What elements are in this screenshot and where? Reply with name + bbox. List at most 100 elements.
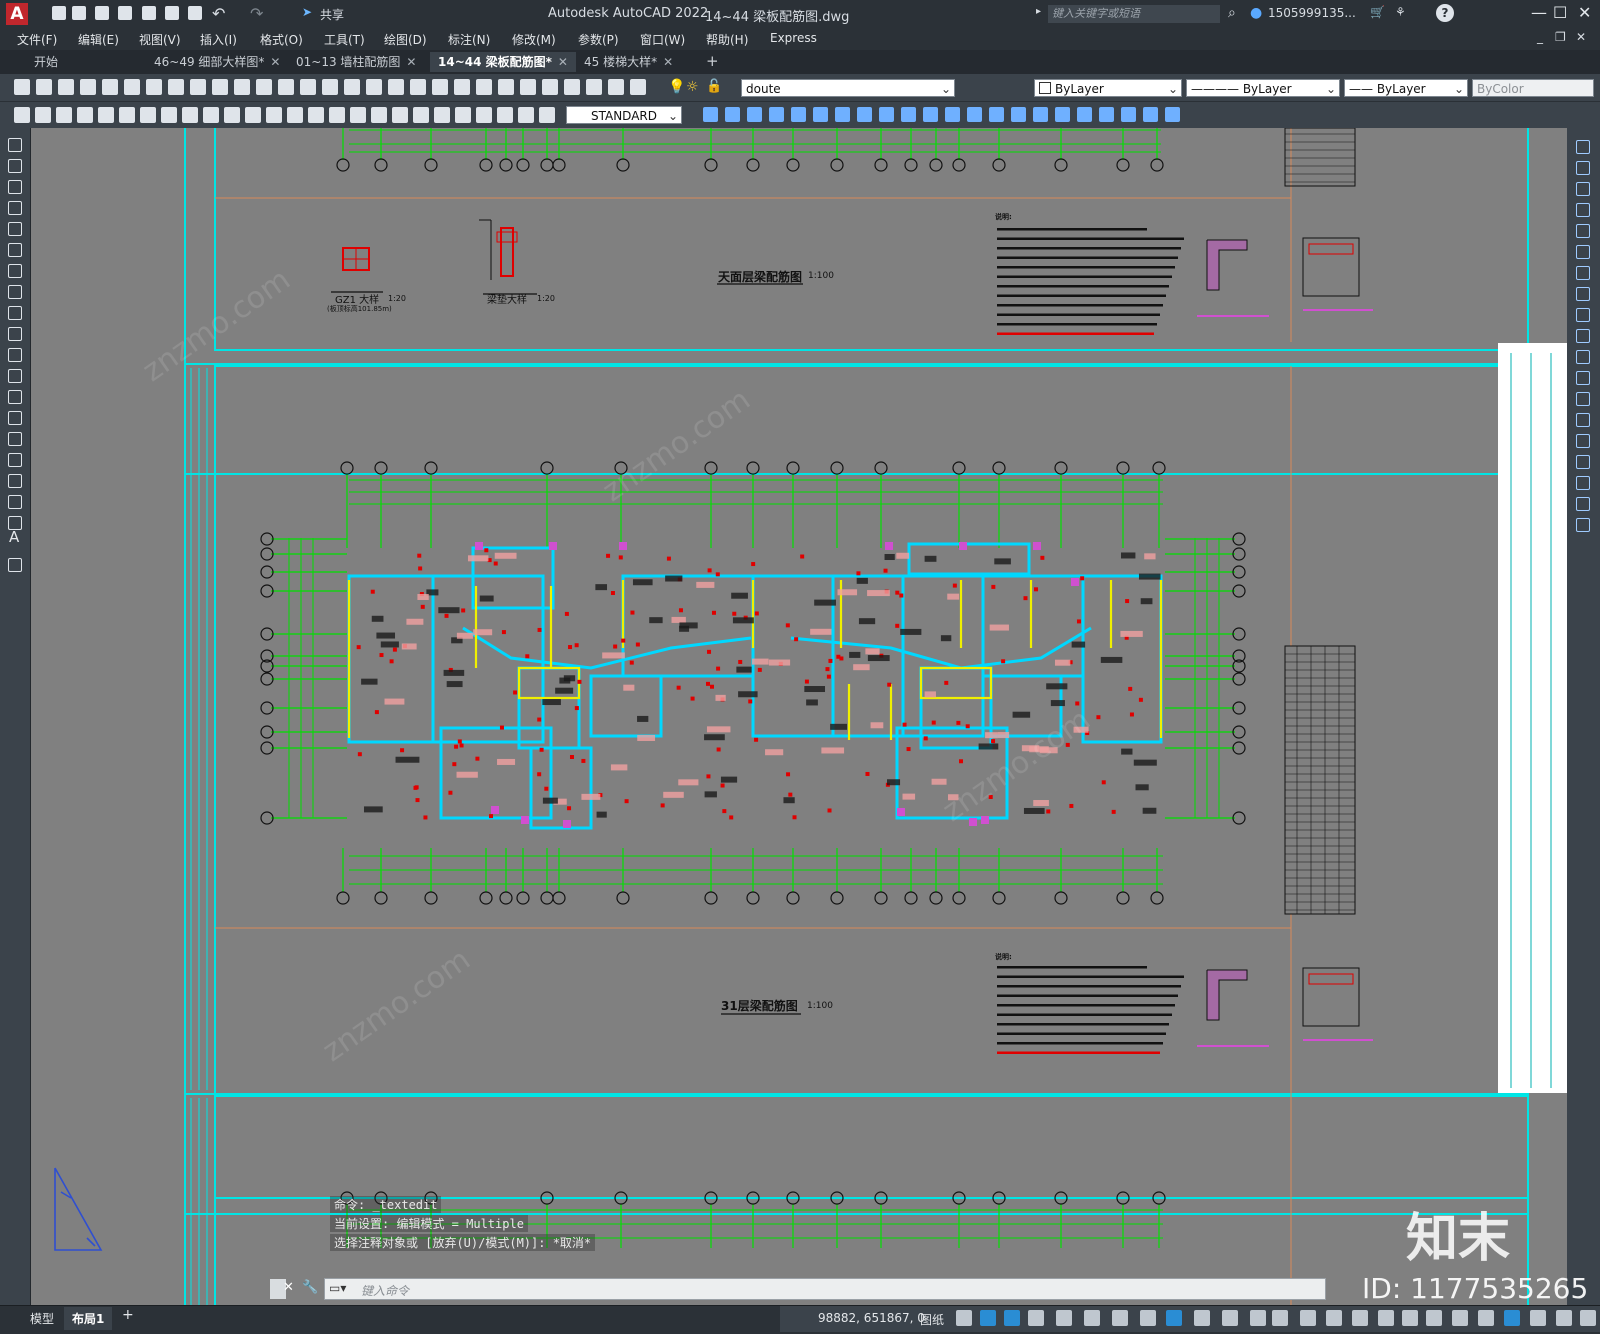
plot-icon[interactable] — [188, 6, 202, 20]
dim-tool-20-icon[interactable] — [413, 107, 429, 123]
save-web-icon[interactable] — [165, 6, 179, 20]
standard-tool-4-icon[interactable] — [80, 79, 96, 95]
tab-close-icon[interactable]: ✕ — [406, 55, 416, 69]
menu-view[interactable]: 视图(V) — [139, 31, 181, 48]
draw-tool-495-icon[interactable] — [8, 495, 22, 509]
tab-close-icon[interactable]: ✕ — [270, 55, 280, 69]
save-icon[interactable] — [95, 6, 109, 20]
status-toggle-11-icon[interactable] — [1222, 1310, 1238, 1326]
dim-tool-22-icon[interactable] — [455, 107, 471, 123]
draw-tool-222-icon[interactable] — [8, 222, 22, 236]
linetype-dropdown[interactable]: ———— ByLayer ⌄ — [1186, 79, 1340, 97]
tab-detail-drawings[interactable]: 46~49 细部大样图* ✕ — [146, 52, 288, 72]
status-toggle-15-icon[interactable] — [1326, 1310, 1342, 1326]
status-toggle-7-icon[interactable] — [1112, 1310, 1128, 1326]
dim-tool-17-icon[interactable] — [350, 107, 366, 123]
draw-tool-327-icon[interactable] — [8, 327, 22, 341]
status-toggle-22-icon[interactable] — [1504, 1310, 1520, 1326]
modify-tool-4-icon[interactable] — [769, 107, 784, 122]
menu-help[interactable]: 帮助(H) — [706, 31, 748, 48]
modify-tool-19-icon[interactable] — [1099, 107, 1114, 122]
dim-tool-13-icon[interactable] — [266, 107, 282, 123]
dim-tool-19-icon[interactable] — [392, 107, 408, 123]
draw-tool-411-icon[interactable] — [8, 411, 22, 425]
dim-tool-24-icon[interactable] — [497, 107, 513, 123]
tab-stair-detail[interactable]: 45 楼梯大样* ✕ — [576, 52, 681, 72]
modify-tool-329-icon[interactable] — [1576, 329, 1590, 343]
status-toggle-6-icon[interactable] — [1084, 1310, 1100, 1326]
status-toggle-12-icon[interactable] — [1250, 1310, 1266, 1326]
status-toggle-25-icon[interactable] — [1580, 1310, 1596, 1326]
standard-tool-24-icon[interactable] — [520, 79, 536, 95]
user-name[interactable]: 1505999135... — [1268, 6, 1356, 20]
command-close-icon[interactable]: ✕ — [283, 1280, 294, 1295]
status-toggle-21-icon[interactable] — [1478, 1310, 1494, 1326]
menu-file[interactable]: 文件(F) — [17, 31, 57, 48]
dim-tool-10-icon[interactable] — [203, 107, 219, 123]
search-icon[interactable]: ⌕ — [1228, 5, 1236, 21]
modify-tool-161-icon[interactable] — [1576, 161, 1590, 175]
modify-tool-16-icon[interactable] — [1033, 107, 1048, 122]
status-toggle-1-icon[interactable] — [956, 1310, 972, 1326]
save-as-icon[interactable] — [118, 6, 132, 20]
status-toggle-18-icon[interactable] — [1402, 1310, 1418, 1326]
menu-format[interactable]: 格式(O) — [260, 31, 303, 48]
standard-tool-2-icon[interactable] — [36, 79, 52, 95]
tab-model[interactable]: 模型 — [22, 1307, 62, 1330]
modify-tool-203-icon[interactable] — [1576, 203, 1590, 217]
dim-tool-11-icon[interactable] — [224, 107, 240, 123]
modify-tool-287-icon[interactable] — [1576, 287, 1590, 301]
standard-tool-12-icon[interactable] — [256, 79, 272, 95]
dim-tool-9-icon[interactable] — [182, 107, 198, 123]
modify-tool-21-icon[interactable] — [1143, 107, 1158, 122]
menu-dimension[interactable]: 标注(N) — [448, 31, 490, 48]
standard-tool-29-icon[interactable] — [630, 79, 646, 95]
autocad-logo-icon[interactable]: A — [6, 3, 28, 25]
coordinates[interactable]: 98882, 651867, 0 — [818, 1311, 925, 1325]
draw-tool-264-icon[interactable] — [8, 264, 22, 278]
menu-express[interactable]: Express — [770, 31, 817, 45]
doc-close-icon[interactable]: ✕ — [1576, 30, 1586, 44]
draw-tool-201-icon[interactable] — [8, 201, 22, 215]
status-toggle-23-icon[interactable] — [1530, 1310, 1546, 1326]
status-toggle-3-icon[interactable] — [1004, 1310, 1020, 1326]
dim-tool-3-icon[interactable] — [56, 107, 72, 123]
draw-tool-243-icon[interactable] — [8, 243, 22, 257]
draw-tool-285-icon[interactable] — [8, 285, 22, 299]
new-tab-icon[interactable]: + — [706, 52, 719, 70]
standard-tool-28-icon[interactable] — [608, 79, 624, 95]
modify-tool-266-icon[interactable] — [1576, 266, 1590, 280]
redo-icon[interactable]: ↷ — [250, 4, 263, 23]
modify-tool-434-icon[interactable] — [1576, 434, 1590, 448]
status-toggle-13-icon[interactable] — [1272, 1310, 1288, 1326]
status-toggle-20-icon[interactable] — [1452, 1310, 1468, 1326]
standard-tool-7-icon[interactable] — [146, 79, 162, 95]
open-file-icon[interactable] — [72, 6, 86, 20]
draw-tool-474-icon[interactable] — [8, 474, 22, 488]
standard-tool-6-icon[interactable] — [124, 79, 140, 95]
modify-tool-308-icon[interactable] — [1576, 308, 1590, 322]
drawing-canvas[interactable]: 天面层梁配筋图 1:100 GZ1 大样 1:20 (板顶标高101.85m) … — [31, 128, 1567, 1305]
status-toggle-24-icon[interactable] — [1556, 1310, 1572, 1326]
modify-tool-7-icon[interactable] — [835, 107, 850, 122]
dim-tool-7-icon[interactable] — [140, 107, 156, 123]
dim-tool-16-icon[interactable] — [329, 107, 345, 123]
standard-tool-17-icon[interactable] — [366, 79, 382, 95]
dim-tool-21-icon[interactable] — [434, 107, 450, 123]
open-web-icon[interactable] — [142, 6, 156, 20]
standard-tool-18-icon[interactable] — [388, 79, 404, 95]
modify-tool-14-icon[interactable] — [989, 107, 1004, 122]
modify-tool-371-icon[interactable] — [1576, 371, 1590, 385]
status-toggle-16-icon[interactable] — [1352, 1310, 1368, 1326]
new-file-icon[interactable] — [52, 6, 66, 20]
plotstyle-dropdown[interactable]: ByColor — [1472, 79, 1594, 97]
dim-tool-25-icon[interactable] — [518, 107, 534, 123]
tab-close-icon[interactable]: ✕ — [663, 55, 673, 69]
standard-tool-26-icon[interactable] — [564, 79, 580, 95]
modify-tool-17-icon[interactable] — [1055, 107, 1070, 122]
draw-tool-453-icon[interactable] — [8, 453, 22, 467]
dim-tool-14-icon[interactable] — [287, 107, 303, 123]
dim-tool-12-icon[interactable] — [245, 107, 261, 123]
modify-tool-13-icon[interactable] — [967, 107, 982, 122]
modify-tool-3-icon[interactable] — [747, 107, 762, 122]
